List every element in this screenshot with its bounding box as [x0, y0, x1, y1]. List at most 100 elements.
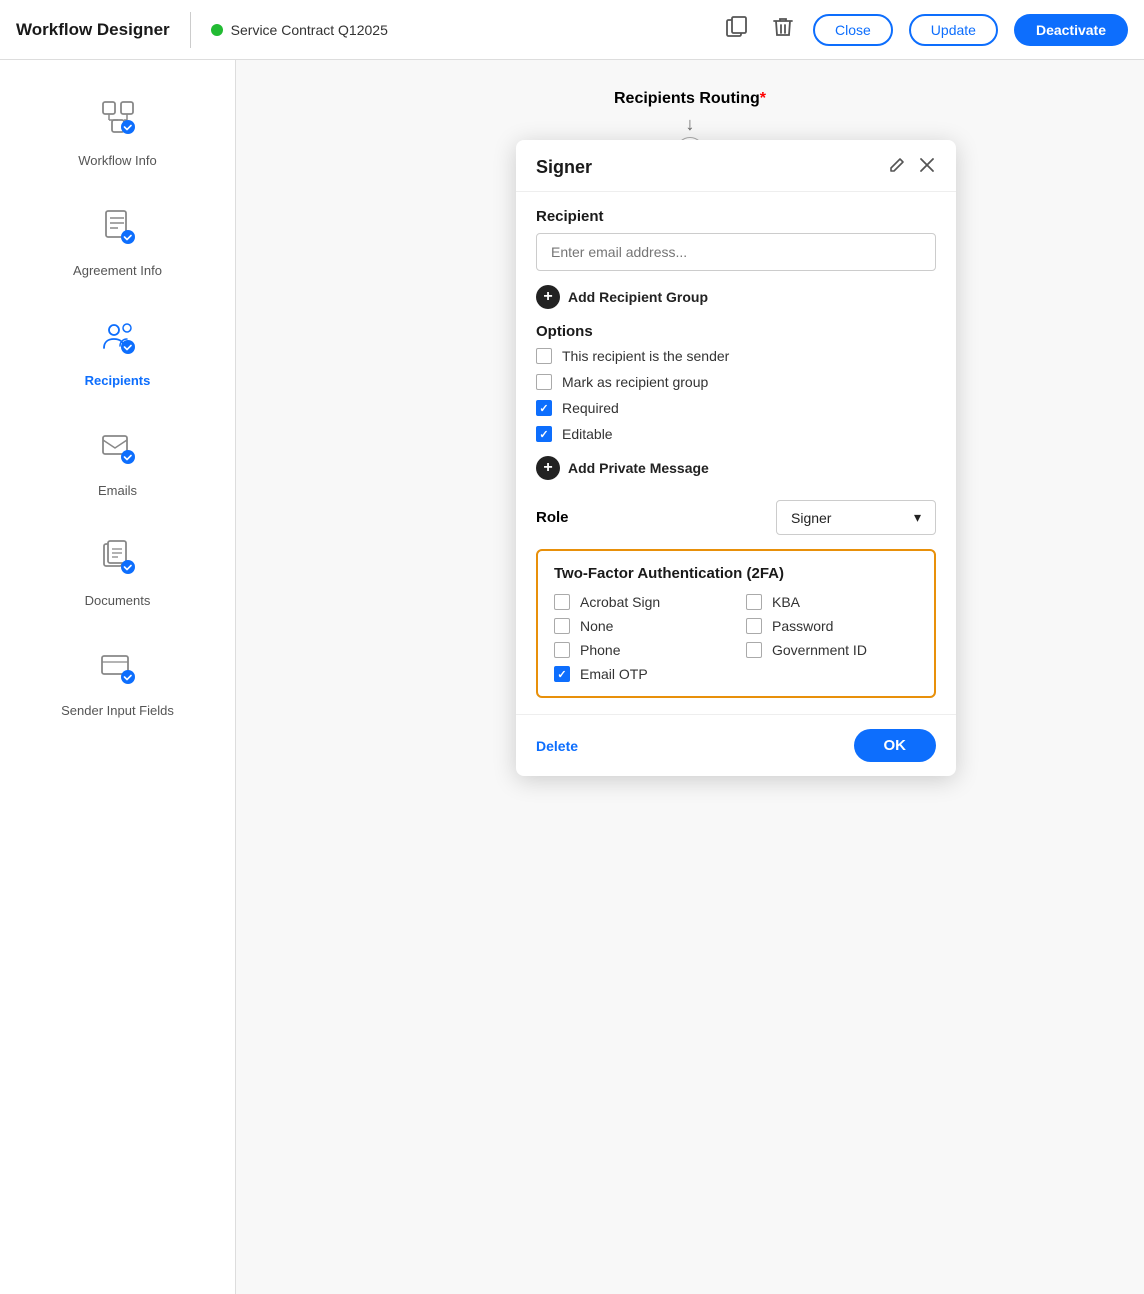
panel-edit-btn[interactable] [888, 156, 906, 179]
down-arrow: ↓ [686, 114, 695, 135]
routing-title: Recipients Routing* [614, 90, 766, 108]
duplicate-icon [725, 16, 749, 38]
panel-header-actions [888, 156, 936, 179]
documents-icon [99, 538, 137, 585]
tfa-password-label: Password [772, 618, 833, 634]
header-status: Service Contract Q12025 [211, 22, 388, 38]
workflow-info-icon [99, 98, 137, 145]
add-msg-icon: + [536, 456, 560, 480]
sidebar-label-workflow-info: Workflow Info [78, 153, 157, 168]
tfa-phone-checkbox[interactable] [554, 642, 570, 658]
delete-icon-btn[interactable] [769, 12, 797, 48]
tfa-grid: Acrobat Sign KBA None [554, 594, 918, 682]
option-mark-group-checkbox[interactable] [536, 374, 552, 390]
option-editable-label: Editable [562, 426, 613, 442]
option-sender-checkbox[interactable] [536, 348, 552, 364]
sidebar-label-agreement-info: Agreement Info [73, 263, 162, 278]
edit-icon [888, 156, 906, 174]
role-row: Role Signer ▾ [536, 500, 936, 535]
emails-icon [99, 428, 137, 475]
add-recipient-group-label: Add Recipient Group [568, 289, 708, 305]
tfa-government-id-row: Government ID [746, 642, 918, 658]
option-required-label: Required [562, 400, 619, 416]
email-input[interactable] [536, 233, 936, 271]
sidebar-label-documents: Documents [85, 593, 151, 608]
chevron-down-icon: ▾ [914, 509, 921, 526]
ok-button[interactable]: OK [854, 729, 937, 762]
close-button[interactable]: Close [813, 14, 893, 46]
tfa-acrobat-sign-checkbox[interactable] [554, 594, 570, 610]
sidebar-label-recipients: Recipients [85, 373, 151, 388]
add-recipient-group-button[interactable]: + Add Recipient Group [536, 281, 708, 319]
app-title: Workflow Designer [16, 20, 170, 40]
panel-footer: Delete OK [516, 714, 956, 776]
update-button[interactable]: Update [909, 14, 998, 46]
option-editable-row: Editable [536, 426, 936, 442]
duplicate-icon-btn[interactable] [721, 12, 753, 48]
add-private-message-label: Add Private Message [568, 460, 709, 476]
tfa-none-checkbox[interactable] [554, 618, 570, 634]
recipients-icon [99, 318, 137, 365]
tfa-kba-checkbox[interactable] [746, 594, 762, 610]
tfa-phone-label: Phone [580, 642, 620, 658]
tfa-password-checkbox[interactable] [746, 618, 762, 634]
tfa-acrobat-sign-label: Acrobat Sign [580, 594, 660, 610]
option-required-checkbox[interactable] [536, 400, 552, 416]
agreement-info-icon [99, 208, 137, 255]
tfa-email-otp-label: Email OTP [580, 666, 648, 682]
tfa-none-row: None [554, 618, 726, 634]
sidebar-item-agreement-info[interactable]: Agreement Info [8, 192, 227, 294]
sidebar: Workflow Info Agreement Info [0, 60, 236, 1294]
canvas-inner: Recipients Routing* ↓ + + [236, 60, 1144, 440]
contract-name: Service Contract Q12025 [231, 22, 388, 38]
role-value: Signer [791, 510, 831, 526]
sender-input-fields-icon [99, 648, 137, 695]
option-mark-group-row: Mark as recipient group [536, 374, 936, 390]
tfa-kba-row: KBA [746, 594, 918, 610]
add-private-message-button[interactable]: + Add Private Message [536, 452, 709, 490]
delete-button[interactable]: Delete [536, 738, 578, 754]
panel-header: Signer [516, 140, 956, 192]
tfa-kba-label: KBA [772, 594, 800, 610]
role-select[interactable]: Signer ▾ [776, 500, 936, 535]
canvas: Recipients Routing* ↓ + + [236, 60, 1144, 1294]
sidebar-label-emails: Emails [98, 483, 137, 498]
tfa-government-id-label: Government ID [772, 642, 867, 658]
tfa-acrobat-sign-row: Acrobat Sign [554, 594, 726, 610]
status-dot [211, 24, 223, 36]
header-divider [190, 12, 191, 48]
option-sender-label: This recipient is the sender [562, 348, 729, 364]
recipient-label: Recipient [536, 208, 936, 225]
options-label: Options [536, 323, 936, 340]
signer-panel: Signer [516, 140, 956, 776]
header-icon-group: Close Update Deactivate [721, 12, 1128, 48]
sidebar-item-emails[interactable]: Emails [8, 412, 227, 514]
option-editable-checkbox[interactable] [536, 426, 552, 442]
sidebar-item-recipients[interactable]: Recipients [8, 302, 227, 404]
sidebar-item-workflow-info[interactable]: Workflow Info [8, 82, 227, 184]
tfa-title: Two-Factor Authentication (2FA) [554, 565, 918, 582]
deactivate-button[interactable]: Deactivate [1014, 14, 1128, 46]
main-layout: Workflow Info Agreement Info [0, 60, 1144, 1294]
tfa-none-label: None [580, 618, 613, 634]
close-icon [918, 156, 936, 174]
routing-required: * [760, 90, 766, 107]
trash-icon [773, 16, 793, 38]
tfa-section: Two-Factor Authentication (2FA) Acrobat … [536, 549, 936, 698]
tfa-phone-row: Phone [554, 642, 726, 658]
panel-close-btn[interactable] [918, 156, 936, 179]
panel-title: Signer [536, 157, 592, 178]
option-sender-row: This recipient is the sender [536, 348, 936, 364]
sidebar-item-documents[interactable]: Documents [8, 522, 227, 624]
option-mark-group-label: Mark as recipient group [562, 374, 708, 390]
sidebar-item-sender-input-fields[interactable]: Sender Input Fields [8, 632, 227, 734]
tfa-password-row: Password [746, 618, 918, 634]
option-required-row: Required [536, 400, 936, 416]
tfa-email-otp-row: Email OTP [554, 666, 726, 682]
tfa-government-id-checkbox[interactable] [746, 642, 762, 658]
tfa-email-otp-checkbox[interactable] [554, 666, 570, 682]
app-header: Workflow Designer Service Contract Q1202… [0, 0, 1144, 60]
role-label: Role [536, 509, 569, 526]
sidebar-label-sender-input-fields: Sender Input Fields [61, 703, 174, 718]
add-group-icon: + [536, 285, 560, 309]
